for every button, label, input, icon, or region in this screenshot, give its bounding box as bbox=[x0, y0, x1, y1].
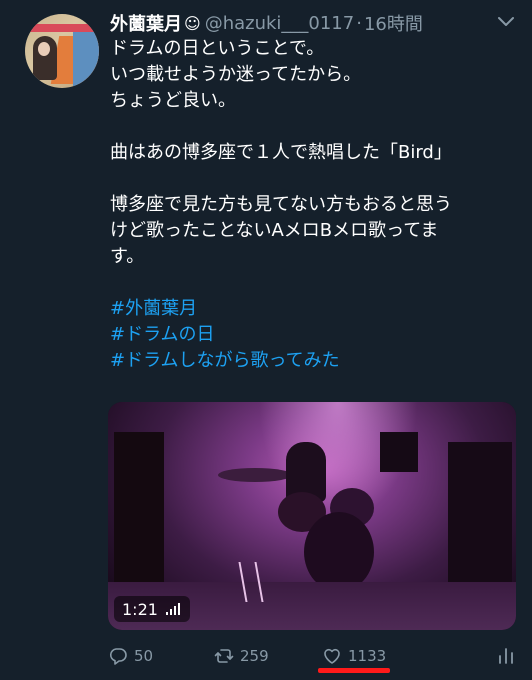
audio-bars-icon bbox=[165, 603, 182, 615]
heart-icon bbox=[324, 648, 340, 664]
reply-button[interactable]: 50 bbox=[108, 646, 153, 666]
bass-drum bbox=[304, 512, 374, 592]
retweet-count: 259 bbox=[240, 647, 269, 665]
name-emoji: ☺ bbox=[184, 13, 201, 33]
like-button[interactable]: 1133 bbox=[322, 646, 386, 666]
avatar[interactable] bbox=[25, 14, 99, 88]
tweet-line: 博多座で見た方も見てない方もおると思う bbox=[110, 194, 452, 215]
video-duration-badge: 1:21 bbox=[114, 596, 190, 622]
like-count: 1133 bbox=[348, 647, 387, 665]
hashtag-link[interactable]: #ドラムしながら歌ってみた bbox=[110, 348, 526, 374]
retweet-icon bbox=[214, 649, 234, 663]
amplifier bbox=[114, 432, 164, 582]
tweet-line: いつ載せようか迷ってたから。 bbox=[110, 64, 362, 85]
tweet-line: ドラムの日ということで。 bbox=[110, 38, 325, 59]
cymbal bbox=[218, 468, 292, 482]
tweet[interactable]: 外薗葉月 ☺ @hazuki___0117 · 16時間 ドラムの日ということで… bbox=[0, 0, 532, 680]
video-duration: 1:21 bbox=[122, 599, 158, 619]
chevron-down-icon[interactable] bbox=[496, 14, 516, 30]
avatar-shape bbox=[73, 32, 99, 88]
avatar-stripe bbox=[25, 24, 99, 32]
retweet-button[interactable]: 259 bbox=[214, 646, 269, 666]
tweet-line: 曲はあの博多座で１人で熱唱した「Bird」 bbox=[110, 142, 452, 163]
amplifier bbox=[448, 442, 512, 592]
analytics-icon bbox=[499, 648, 513, 664]
reply-count: 50 bbox=[134, 647, 154, 665]
avatar-face bbox=[38, 42, 50, 56]
speaker bbox=[380, 432, 418, 472]
video-player[interactable]: 1:21 bbox=[108, 402, 516, 630]
tweet-text: ドラムの日ということで。 いつ載せようか迷ってたから。 ちょうど良い。 曲はあの… bbox=[110, 36, 526, 374]
tweet-line: す。 bbox=[110, 246, 145, 267]
reply-icon bbox=[109, 648, 127, 665]
analytics-button[interactable] bbox=[496, 646, 522, 666]
tweet-line: けど歌ったことないAメロBメロ歌ってま bbox=[110, 220, 439, 241]
tweet-line: ちょうど良い。 bbox=[110, 90, 236, 111]
hashtag-link[interactable]: #外薗葉月 bbox=[110, 296, 526, 322]
display-name[interactable]: 外薗葉月 bbox=[110, 10, 182, 36]
user-handle[interactable]: @hazuki___0117 bbox=[205, 13, 355, 34]
highlight-underline bbox=[318, 668, 390, 673]
separator-dot: · bbox=[356, 12, 362, 34]
tweet-actions: 50 259 1133 bbox=[108, 640, 520, 672]
hashtag-link[interactable]: #ドラムの日 bbox=[110, 322, 526, 348]
tweet-header: 外薗葉月 ☺ @hazuki___0117 · 16時間 bbox=[110, 10, 423, 36]
tweet-time[interactable]: 16時間 bbox=[364, 10, 423, 36]
